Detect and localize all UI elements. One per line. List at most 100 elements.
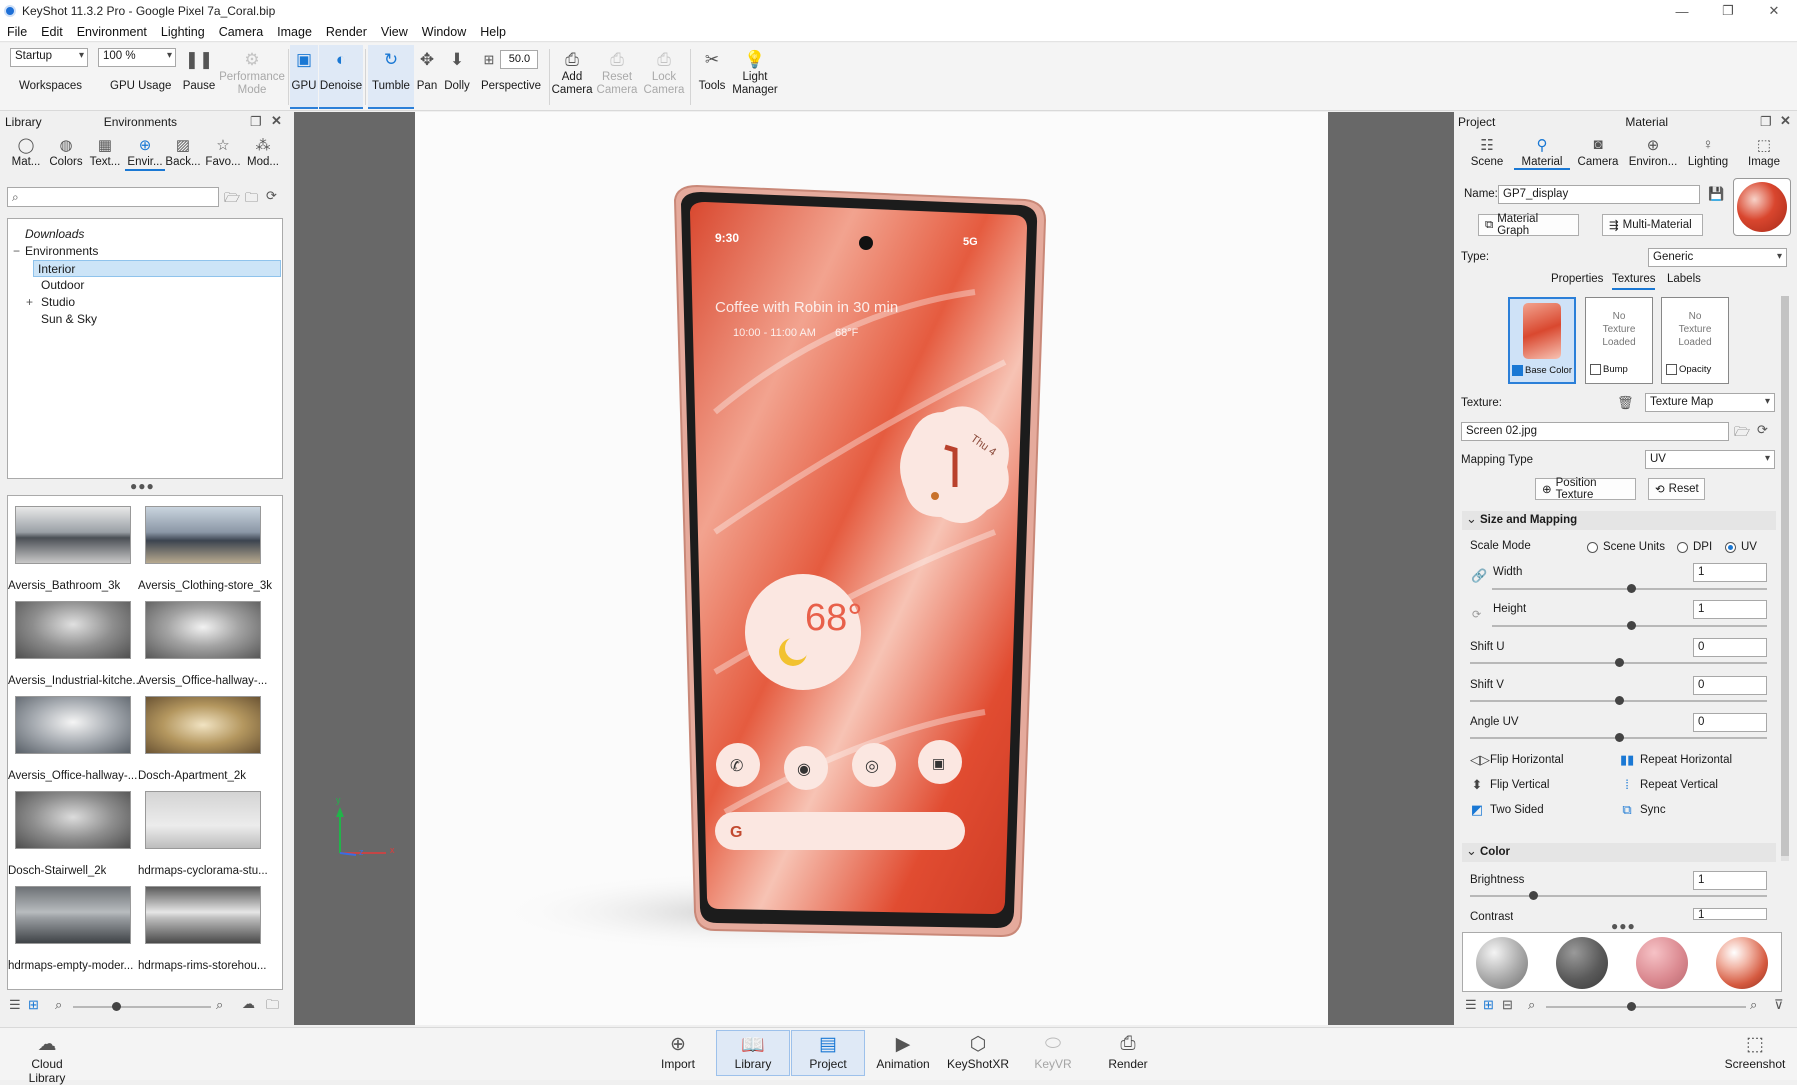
- undock-icon[interactable]: ❐: [250, 114, 262, 130]
- shift-v-input[interactable]: 0: [1693, 676, 1767, 695]
- menu-help[interactable]: Help: [473, 25, 513, 39]
- project-toggle-button[interactable]: ▤ Project: [791, 1030, 865, 1076]
- tab-textures[interactable]: ▦ Text...: [85, 136, 125, 168]
- tree-view-icon[interactable]: ⊟: [1502, 997, 1513, 1013]
- tumble-tool[interactable]: ↻ Tumble: [368, 47, 414, 93]
- material-swatch[interactable]: [1556, 937, 1608, 989]
- workspace-select[interactable]: Startup: [10, 48, 88, 67]
- material-name-input[interactable]: GP7_display: [1498, 185, 1700, 204]
- maximize-button[interactable]: ❐: [1705, 0, 1751, 22]
- scale-dpi-radio[interactable]: [1677, 542, 1688, 553]
- texture-type-select[interactable]: Texture Map: [1645, 393, 1775, 412]
- subtab-labels[interactable]: Labels: [1667, 273, 1701, 285]
- base-color-checkbox[interactable]: [1512, 365, 1523, 376]
- texture-file-input[interactable]: Screen 02.jpg: [1461, 422, 1729, 441]
- denoise-toggle[interactable]: ◐ Denoise: [319, 47, 363, 93]
- minimize-button[interactable]: —: [1659, 0, 1705, 22]
- shift-u-input[interactable]: 0: [1693, 638, 1767, 657]
- cloud-library-button[interactable]: ☁ Cloud Library: [12, 1033, 82, 1085]
- thumbnail-item[interactable]: Aversis_Clothing-store_3k: [138, 506, 272, 592]
- thumbnail-size-knob[interactable]: [112, 1002, 121, 1011]
- screenshot-button[interactable]: ⬚ Screenshot: [1720, 1033, 1790, 1071]
- add-camera-button[interactable]: ⎙ Add Camera: [552, 47, 593, 97]
- perspective-input[interactable]: 50.0: [500, 49, 539, 69]
- delete-texture-icon[interactable]: 🗑: [1617, 395, 1634, 411]
- reset-camera-button[interactable]: ⎙ Reset Camera: [596, 47, 638, 97]
- render-button[interactable]: ⎙ Render: [1093, 1033, 1163, 1071]
- size-mapping-section-header[interactable]: Size and Mapping: [1462, 511, 1776, 530]
- thumbnail-item[interactable]: Aversis_Bathroom_3k: [8, 506, 138, 592]
- menu-edit[interactable]: Edit: [34, 25, 70, 39]
- thumbnail-item[interactable]: Aversis_Industrial-kitche...: [8, 601, 142, 687]
- swatch-size-knob[interactable]: [1627, 1002, 1636, 1011]
- menu-lighting[interactable]: Lighting: [154, 25, 212, 39]
- position-texture-button[interactable]: ⊕ Position Texture: [1535, 477, 1636, 501]
- tree-item-downloads[interactable]: Downloads: [8, 226, 282, 243]
- brightness-input[interactable]: 1: [1693, 871, 1767, 890]
- reload-texture-icon[interactable]: ⟳: [1757, 422, 1768, 438]
- thumbnail-item[interactable]: Aversis_Office-hallway-...: [138, 601, 268, 687]
- undock-icon[interactable]: ❐: [1760, 114, 1772, 130]
- list-view-icon[interactable]: ☰: [9, 997, 21, 1013]
- repeat-vertical-option[interactable]: ⁞ Repeat Vertical: [1620, 777, 1718, 792]
- close-panel-icon[interactable]: ✕: [1780, 113, 1791, 129]
- cloud-download-icon[interactable]: ☁: [242, 996, 255, 1012]
- add-folder-icon[interactable]: 🗀: [245, 189, 258, 211]
- thumbnail-item[interactable]: Dosch-Apartment_2k: [138, 696, 268, 782]
- import-button[interactable]: ⊕ Import: [643, 1033, 713, 1071]
- tree-item-outdoor[interactable]: Outdoor: [8, 277, 282, 294]
- menu-camera[interactable]: Camera: [212, 25, 270, 39]
- tree-item-environments[interactable]: − Environments: [8, 243, 282, 260]
- tab-scene[interactable]: ☷ Scene: [1459, 136, 1515, 168]
- tab-materials[interactable]: ◯ Mat...: [6, 136, 46, 168]
- width-slider-knob[interactable]: [1627, 584, 1636, 593]
- angle-uv-input[interactable]: 0: [1693, 713, 1767, 732]
- swatch-size-slider[interactable]: [1546, 1006, 1746, 1008]
- thumbnail-item[interactable]: Aversis_Office-hallway-...: [8, 696, 138, 782]
- tab-camera[interactable]: ◙ Camera: [1570, 136, 1626, 168]
- zoom-out-icon[interactable]: ⌕: [55, 997, 62, 1013]
- splitter-handle-icon[interactable]: ●●●: [1611, 919, 1636, 933]
- flip-vertical-option[interactable]: ⬍ Flip Vertical: [1470, 777, 1550, 793]
- menu-window[interactable]: Window: [415, 25, 473, 39]
- save-material-icon[interactable]: 💾: [1708, 186, 1724, 202]
- close-window-button[interactable]: ✕: [1751, 0, 1797, 22]
- lock-camera-button[interactable]: ⎙ Lock Camera: [643, 47, 685, 97]
- performance-mode-button[interactable]: ⚙ Performance Mode: [219, 47, 285, 97]
- material-graph-button[interactable]: ⧉ Material Graph: [1478, 213, 1579, 237]
- angle-uv-slider-knob[interactable]: [1615, 733, 1624, 742]
- material-swatch[interactable]: [1716, 937, 1768, 989]
- material-swatch[interactable]: [1476, 937, 1528, 989]
- close-panel-icon[interactable]: ✕: [271, 113, 282, 129]
- subtab-properties[interactable]: Properties: [1551, 273, 1603, 285]
- tab-models[interactable]: ⁂ Mod...: [243, 136, 283, 168]
- zoom-in-icon[interactable]: ⌕: [1750, 997, 1757, 1013]
- height-slider-knob[interactable]: [1627, 621, 1636, 630]
- keyvr-button[interactable]: ⬭ KeyVR: [1018, 1033, 1088, 1071]
- thumbnail-size-slider[interactable]: [73, 1006, 211, 1008]
- thumbnail-item[interactable]: hdrmaps-empty-moder...: [8, 886, 138, 972]
- texture-slot-opacity[interactable]: No Texture Loaded Opacity: [1661, 297, 1729, 384]
- dolly-tool[interactable]: ⬇ Dolly: [441, 47, 473, 93]
- render-canvas[interactable]: 9:30 5G Coffee with Robin in 30 min 10:0…: [415, 112, 1328, 1025]
- browse-texture-icon[interactable]: 🗁: [1734, 423, 1750, 445]
- open-folder-icon[interactable]: 🗁: [224, 189, 240, 211]
- opacity-checkbox[interactable]: [1666, 364, 1677, 375]
- tab-backplates[interactable]: ▨ Back...: [163, 136, 203, 168]
- thumbnail-item[interactable]: hdrmaps-cyclorama-stu...: [138, 791, 268, 877]
- tab-favorites[interactable]: ☆ Favo...: [203, 136, 243, 168]
- multi-material-button[interactable]: ⇶ Multi-Material: [1602, 214, 1703, 236]
- menu-view[interactable]: View: [374, 25, 415, 39]
- menu-environment[interactable]: Environment: [70, 25, 154, 39]
- list-view-icon[interactable]: ☰: [1465, 997, 1477, 1013]
- brightness-slider[interactable]: [1470, 895, 1767, 897]
- flip-horizontal-option[interactable]: ◁▷ Flip Horizontal: [1470, 752, 1564, 768]
- scale-uv-radio[interactable]: [1725, 542, 1736, 553]
- link-icon[interactable]: 🔗: [1471, 568, 1487, 584]
- animation-button[interactable]: ▶ Animation: [868, 1033, 938, 1071]
- menu-render[interactable]: Render: [319, 25, 374, 39]
- two-sided-option[interactable]: ◩ Two Sided: [1470, 802, 1544, 818]
- material-preview[interactable]: [1733, 178, 1791, 236]
- shift-u-slider-knob[interactable]: [1615, 658, 1624, 667]
- brightness-slider-knob[interactable]: [1529, 891, 1538, 900]
